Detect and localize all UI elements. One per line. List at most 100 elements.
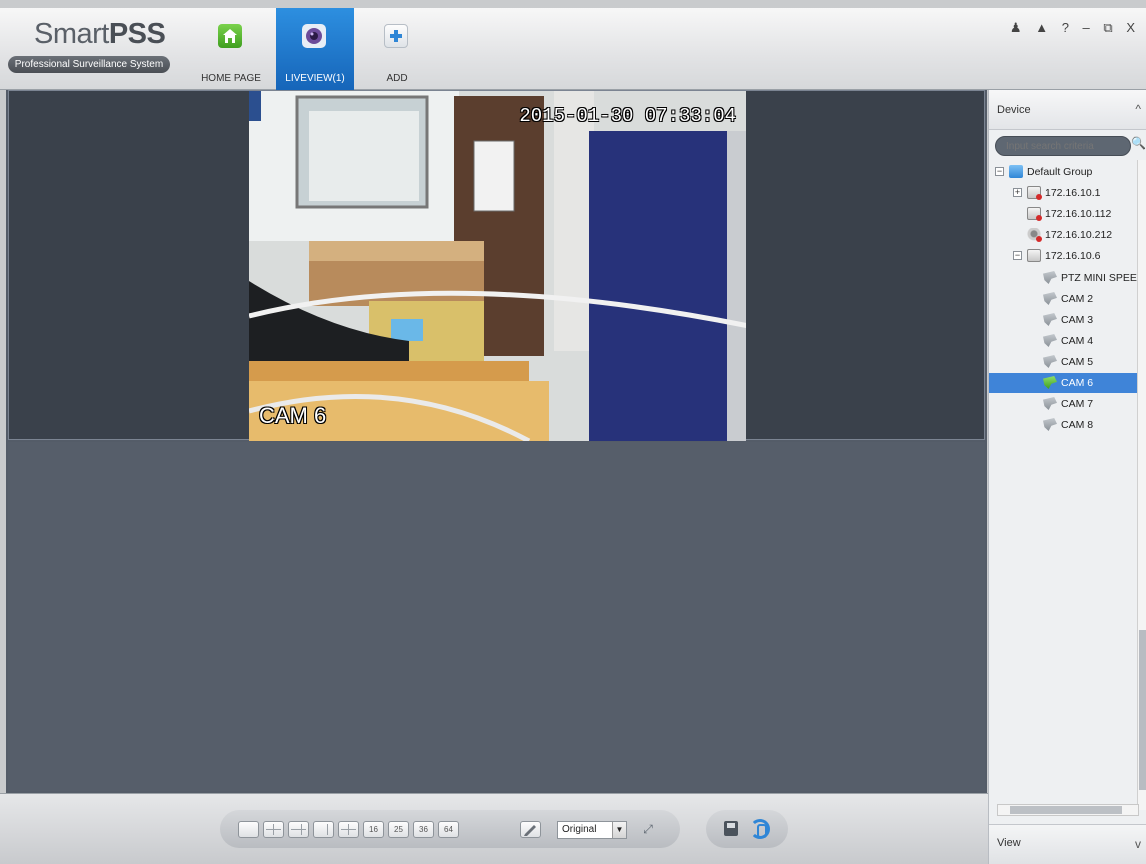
- scrollbar-thumb[interactable]: [1010, 806, 1122, 814]
- live-view-area: 2015-01-30 07:33:04 CAM 6: [6, 90, 987, 793]
- folder-icon: [1009, 165, 1023, 178]
- camera-icon: [1043, 271, 1057, 284]
- tree-item-label: CAM 3: [1061, 314, 1094, 326]
- tree-item-label: CAM 5: [1061, 356, 1094, 368]
- tree-item-label: 172.16.10.1: [1045, 187, 1101, 199]
- search-icon[interactable]: 🔍: [1131, 136, 1146, 156]
- camera-icon: [302, 24, 326, 48]
- camera-icon: [1043, 313, 1057, 326]
- tree-item-device[interactable]: + 172.16.10.1: [989, 183, 1137, 203]
- tree-item-device[interactable]: 172.16.10.112: [989, 204, 1137, 224]
- video-timestamp-overlay: 2015-01-30 07:33:04: [519, 105, 736, 127]
- camera-icon: [1043, 334, 1057, 347]
- view-actions-group: [706, 810, 788, 848]
- collapse-toggle-icon[interactable]: −: [1013, 251, 1022, 260]
- window-controls: ♟ ▲ ? – ⧉ X: [1010, 20, 1140, 36]
- video-pane-empty[interactable]: [8, 442, 985, 791]
- device-search-input[interactable]: [996, 137, 1116, 155]
- save-icon[interactable]: [724, 821, 738, 836]
- pencil-icon[interactable]: [520, 821, 541, 838]
- layout-button-group: 16 25 36 64 Original ▼ ⤢: [220, 810, 680, 848]
- tree-item-channel[interactable]: CAM 2: [989, 289, 1137, 309]
- tree-item-label: CAM 4: [1061, 335, 1094, 347]
- device-panel: Device ^ 🔍 − Default Group + 172.16.10.1…: [988, 90, 1146, 864]
- dvr-offline-icon: [1027, 186, 1042, 200]
- video-camera-name-overlay: CAM 6: [259, 403, 327, 428]
- lock-icon[interactable]: ▲: [1035, 20, 1053, 35]
- tree-item-device[interactable]: 172.16.10.212: [989, 225, 1137, 245]
- tree-vertical-scrollbar[interactable]: [1137, 160, 1146, 810]
- tree-item-device[interactable]: − 172.16.10.6: [989, 246, 1137, 266]
- camera-icon: [1043, 355, 1057, 368]
- collapse-toggle-icon[interactable]: −: [995, 167, 1004, 176]
- video-pane-1[interactable]: 2015-01-30 07:33:04 CAM 6: [8, 90, 985, 441]
- tree-item-label: Default Group: [1027, 166, 1093, 178]
- chevron-up-icon[interactable]: ^: [1135, 102, 1141, 116]
- tree-item-label: 172.16.10.212: [1045, 229, 1113, 241]
- refresh-icon[interactable]: [750, 819, 770, 839]
- ipc-offline-icon: [1027, 228, 1042, 242]
- tree-item-channel[interactable]: CAM 3: [989, 310, 1137, 330]
- user-icon[interactable]: ♟: [1010, 20, 1027, 35]
- layout-4-button[interactable]: [263, 821, 284, 838]
- tree-item-label: CAM 2: [1061, 293, 1094, 305]
- layout-8-button[interactable]: [313, 821, 334, 838]
- stream-type-select[interactable]: Original ▼: [557, 821, 627, 839]
- device-panel-title: Device: [997, 104, 1031, 116]
- camera-scene-image: [249, 91, 746, 441]
- tree-item-default-group[interactable]: − Default Group: [989, 162, 1137, 182]
- fullscreen-icon[interactable]: ⤢: [640, 821, 656, 837]
- tree-item-label: 172.16.10.6: [1045, 250, 1101, 262]
- logo-title-light: Smart: [34, 18, 109, 50]
- camera-live-icon: [1043, 376, 1057, 389]
- logo-title-bold: PSS: [108, 18, 166, 50]
- minimize-button[interactable]: –: [1083, 20, 1095, 35]
- tree-item-label: PTZ MINI SPEE: [1061, 272, 1137, 284]
- dvr-icon: [1027, 249, 1041, 262]
- tree-item-channel[interactable]: CAM 7: [989, 394, 1137, 414]
- camera-feed-image[interactable]: 2015-01-30 07:33:04 CAM 6: [249, 91, 746, 441]
- tree-horizontal-scrollbar[interactable]: [997, 804, 1139, 816]
- logo-subtitle: Professional Surveillance System: [8, 56, 170, 73]
- restore-button[interactable]: ⧉: [1103, 20, 1117, 35]
- layout-16-button[interactable]: 16: [363, 821, 384, 838]
- logo-title: SmartPSS: [34, 18, 166, 51]
- tab-add[interactable]: ADD: [358, 8, 436, 90]
- help-button[interactable]: ?: [1062, 20, 1074, 35]
- tab-home-page[interactable]: HOME PAGE: [192, 8, 270, 90]
- tab-liveview-label: LIVEVIEW(1): [285, 73, 345, 84]
- layout-6-button[interactable]: [288, 821, 309, 838]
- layout-9-button[interactable]: [338, 821, 359, 838]
- layout-64-button[interactable]: 64: [438, 821, 459, 838]
- scrollbar-thumb[interactable]: [1139, 630, 1146, 790]
- tree-item-label: 172.16.10.112: [1045, 208, 1112, 220]
- stream-type-value: Original: [562, 824, 597, 835]
- close-button[interactable]: X: [1126, 20, 1140, 35]
- tree-item-label: CAM 6: [1061, 377, 1094, 389]
- layout-25-button[interactable]: 25: [388, 821, 409, 838]
- tree-item-channel[interactable]: PTZ MINI SPEE: [989, 268, 1137, 288]
- camera-icon: [1043, 292, 1057, 305]
- camera-icon: [1043, 397, 1057, 410]
- tree-item-channel-selected[interactable]: CAM 6: [989, 373, 1137, 393]
- tab-home-page-label: HOME PAGE: [201, 73, 261, 84]
- expand-toggle-icon[interactable]: +: [1013, 188, 1022, 197]
- app-logo: SmartPSS Professional Surveillance Syste…: [8, 18, 170, 80]
- tree-item-channel[interactable]: CAM 5: [989, 352, 1137, 372]
- device-panel-header[interactable]: Device ^: [989, 90, 1146, 130]
- view-panel-header[interactable]: View v: [989, 824, 1146, 864]
- liveview-toolbar: 16 25 36 64 Original ▼ ⤢: [0, 793, 988, 864]
- tab-add-label: ADD: [386, 73, 408, 84]
- tree-item-label: CAM 7: [1061, 398, 1094, 410]
- layout-36-button[interactable]: 36: [413, 821, 434, 838]
- tab-liveview[interactable]: LIVEVIEW(1): [276, 8, 354, 90]
- chevron-down-icon[interactable]: v: [1135, 837, 1141, 851]
- tree-item-channel[interactable]: CAM 8: [989, 415, 1137, 435]
- chevron-down-icon[interactable]: ▼: [612, 822, 626, 838]
- tree-item-channel[interactable]: CAM 4: [989, 331, 1137, 351]
- camera-icon: [1043, 418, 1057, 431]
- device-tree: − Default Group + 172.16.10.1 172.16.10.…: [989, 162, 1137, 802]
- layout-1-button[interactable]: [238, 821, 259, 838]
- dvr-offline-icon: [1027, 207, 1042, 221]
- top-navigation-bar: SmartPSS Professional Surveillance Syste…: [0, 8, 1146, 90]
